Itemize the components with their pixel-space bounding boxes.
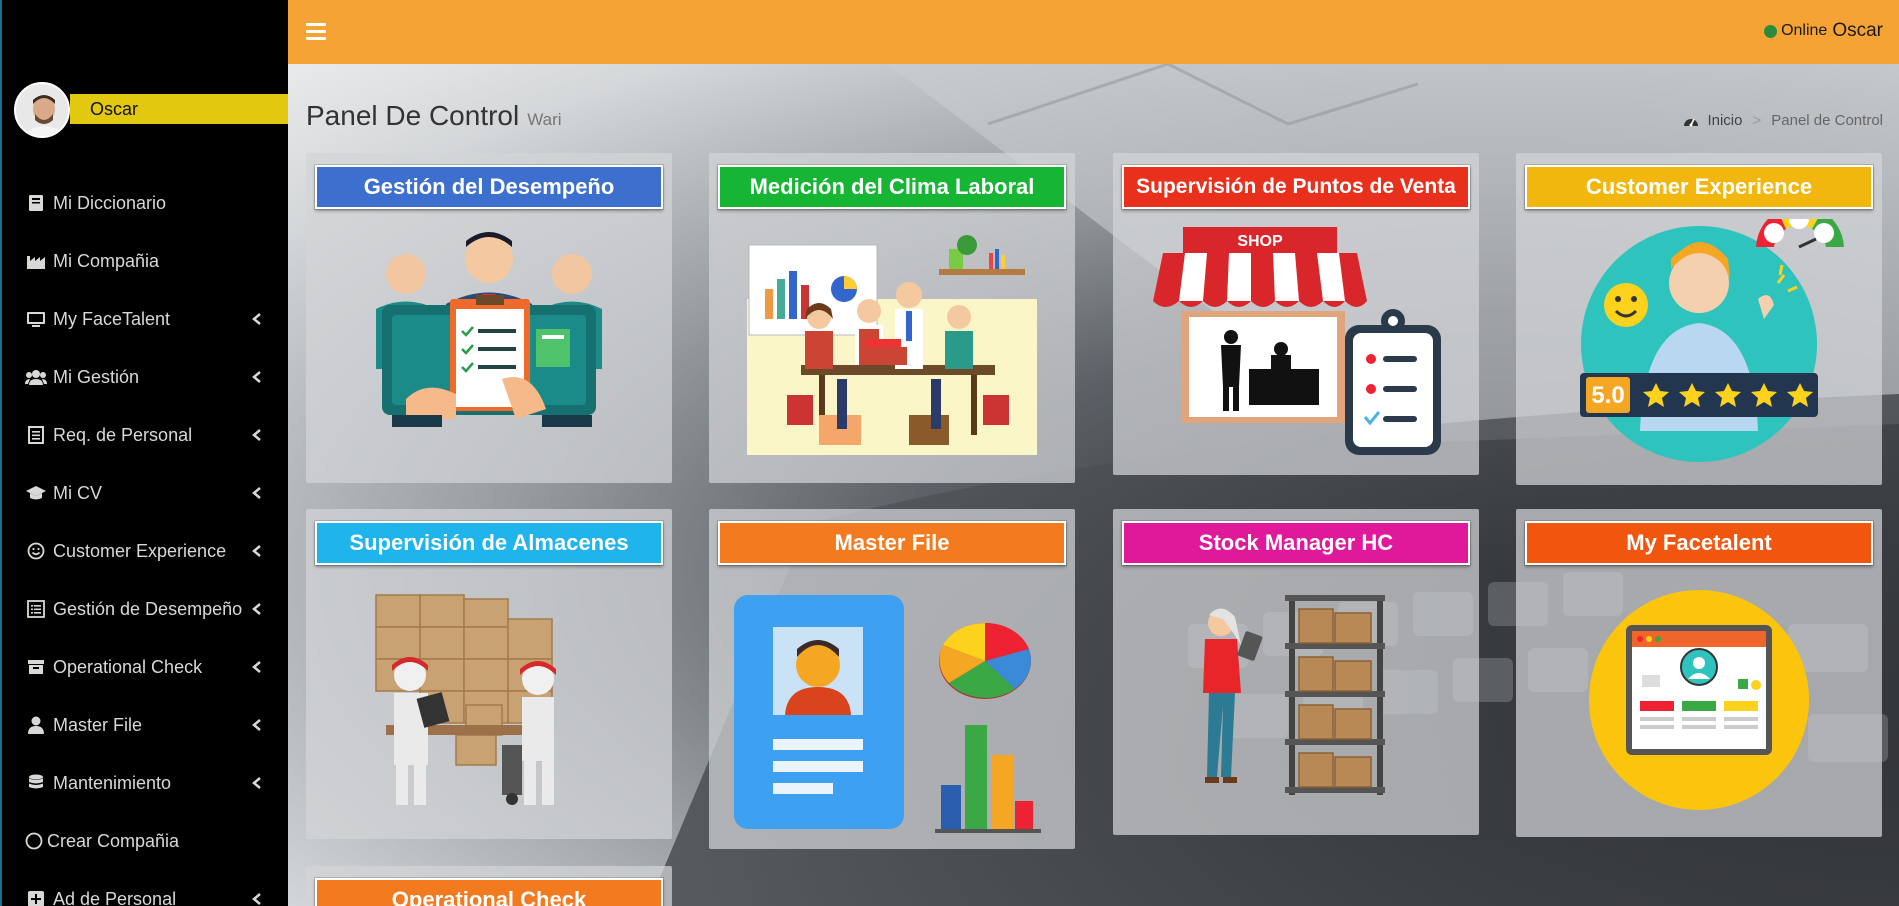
sidebar-item-req-personal[interactable]: Req. de Personal bbox=[2, 406, 288, 464]
user-panel[interactable]: Oscar bbox=[14, 82, 288, 138]
breadcrumb-separator: > bbox=[1752, 112, 1762, 129]
sidebar-item-label: Mi Diccionario bbox=[53, 192, 167, 213]
page-subtitle: Wari bbox=[527, 110, 562, 129]
menu-toggle-icon[interactable] bbox=[306, 20, 326, 42]
breadcrumb-current: Panel de Control bbox=[1771, 112, 1883, 129]
warehouse-boxes-illustration bbox=[375, 594, 556, 805]
circle-icon bbox=[24, 830, 44, 852]
customer-rating-illustration: 5.0 bbox=[1580, 219, 1844, 462]
sidebar-item-label: Crear Compañia bbox=[47, 830, 180, 851]
breadcrumb: Inicio > Panel de Control bbox=[1683, 112, 1883, 129]
tv-icon bbox=[24, 308, 48, 330]
card-title: Supervisión de Puntos de Venta bbox=[1122, 165, 1470, 209]
chevron-left-icon bbox=[250, 370, 264, 384]
avatar bbox=[14, 82, 70, 138]
list-alt-icon bbox=[24, 424, 48, 446]
sidebar-item-ad-personal[interactable]: Ad de Personal bbox=[2, 870, 288, 906]
graduation-cap-icon bbox=[24, 482, 48, 504]
chevron-left-icon bbox=[250, 892, 264, 906]
sidebar-item-label: Operational Check bbox=[53, 656, 203, 677]
sidebar-item-label: Ad de Personal bbox=[53, 888, 177, 906]
user-name: Oscar bbox=[70, 94, 288, 124]
sidebar: Oscar Mi Diccionario Mi Compañia My Face… bbox=[0, 0, 288, 906]
chevron-left-icon bbox=[250, 718, 264, 732]
card-title: Gestión del Desempeño bbox=[315, 165, 663, 209]
chevron-left-icon bbox=[250, 544, 264, 558]
book-icon bbox=[24, 192, 48, 214]
card-title: Operational Check bbox=[315, 878, 663, 906]
sidebar-item-customer-experience[interactable]: Customer Experience bbox=[2, 522, 288, 580]
page-title-text: Panel De Control bbox=[306, 100, 520, 131]
stock-shelf-illustration bbox=[1203, 595, 1385, 795]
sidebar-item-mantenimiento[interactable]: Mantenimiento bbox=[2, 754, 288, 812]
list-icon bbox=[24, 598, 48, 620]
user-status[interactable]: Online Oscar bbox=[1764, 20, 1883, 42]
status-label: Online bbox=[1781, 22, 1828, 39]
card-title: Master File bbox=[718, 521, 1066, 565]
sidebar-item-crear-compania[interactable]: Crear Compañia bbox=[2, 812, 288, 870]
archive-icon bbox=[24, 656, 48, 678]
chevron-left-icon bbox=[250, 486, 264, 500]
card-puntos-venta[interactable]: Supervisión de Puntos de Venta SHOP bbox=[1113, 153, 1479, 475]
card-stock-manager[interactable]: Stock Manager HC bbox=[1113, 509, 1479, 835]
chevron-left-icon bbox=[250, 602, 264, 616]
card-master-file[interactable]: Master File bbox=[709, 509, 1075, 849]
dashboard-icon bbox=[1683, 114, 1699, 128]
sidebar-item-label: Master File bbox=[53, 714, 143, 735]
sidebar-item-label: Mantenimiento bbox=[53, 772, 172, 793]
shop-checklist-illustration: SHOP bbox=[1153, 227, 1441, 455]
sidebar-item-gestion-desempeno[interactable]: Gestión de Desempeño bbox=[2, 580, 288, 638]
card-gestion-desempeno[interactable]: Gestión del Desempeño bbox=[306, 153, 672, 483]
sidebar-item-label: My FaceTalent bbox=[53, 308, 171, 329]
chevron-left-icon bbox=[250, 776, 264, 790]
shop-sign-text: SHOP bbox=[1237, 233, 1283, 250]
performance-review-illustration bbox=[376, 232, 602, 427]
sidebar-item-label: Mi CV bbox=[53, 482, 102, 503]
card-my-facetalent[interactable]: My Facetalent bbox=[1516, 509, 1882, 837]
main-content: Panel De Control Wari Inicio > Panel de C… bbox=[288, 64, 1899, 906]
plus-square-icon bbox=[24, 888, 48, 906]
users-icon bbox=[24, 366, 48, 388]
sidebar-item-my-facetalent[interactable]: My FaceTalent bbox=[2, 290, 288, 348]
sidebar-item-label: Req. de Personal bbox=[53, 424, 193, 445]
rating-value: 5.0 bbox=[1591, 382, 1624, 409]
smile-icon bbox=[24, 540, 48, 562]
page-title: Panel De Control Wari bbox=[306, 100, 562, 132]
topbar: Online Oscar bbox=[288, 0, 1899, 64]
database-icon bbox=[24, 772, 48, 794]
card-title: Customer Experience bbox=[1525, 165, 1873, 209]
card-title: Supervisión de Almacenes bbox=[315, 521, 663, 565]
chevron-left-icon bbox=[250, 312, 264, 326]
sidebar-item-mi-gestion[interactable]: Mi Gestión bbox=[2, 348, 288, 406]
card-almacenes[interactable]: Supervisión de Almacenes bbox=[306, 509, 672, 839]
sidebar-item-label: Gestión de Desempeño bbox=[53, 598, 243, 619]
card-customer-experience[interactable]: Customer Experience 5.0 bbox=[1516, 153, 1882, 485]
sidebar-item-mi-diccionario[interactable]: Mi Diccionario bbox=[2, 174, 288, 232]
sidebar-item-label: Customer Experience bbox=[53, 540, 227, 561]
card-operational-check[interactable]: Operational Check bbox=[306, 866, 672, 906]
card-title: Medición del Clima Laboral bbox=[718, 165, 1066, 209]
sidebar-item-label: Mi Compañia bbox=[53, 250, 160, 271]
sidebar-item-master-file[interactable]: Master File bbox=[2, 696, 288, 754]
sidebar-item-mi-cv[interactable]: Mi CV bbox=[2, 464, 288, 522]
sidebar-item-operational-check[interactable]: Operational Check bbox=[2, 638, 288, 696]
online-status-icon bbox=[1764, 24, 1778, 38]
profile-file-illustration bbox=[734, 595, 1041, 833]
breadcrumb-home-link[interactable]: Inicio bbox=[1707, 112, 1742, 129]
chevron-left-icon bbox=[250, 660, 264, 674]
sidebar-item-label: Mi Gestión bbox=[53, 366, 140, 387]
industry-icon bbox=[24, 250, 48, 272]
card-clima-laboral[interactable]: Medición del Clima Laboral bbox=[709, 153, 1075, 483]
sidebar-menu: Mi Diccionario Mi Compañia My FaceTalent… bbox=[2, 174, 288, 906]
profile-browser-illustration bbox=[1589, 590, 1809, 810]
user-icon bbox=[24, 714, 48, 736]
card-title: My Facetalent bbox=[1525, 521, 1873, 565]
team-meeting-illustration bbox=[747, 235, 1037, 455]
topbar-username: Oscar bbox=[1832, 20, 1883, 41]
sidebar-item-mi-compania[interactable]: Mi Compañia bbox=[2, 232, 288, 290]
card-title: Stock Manager HC bbox=[1122, 521, 1470, 565]
chevron-left-icon bbox=[250, 428, 264, 442]
